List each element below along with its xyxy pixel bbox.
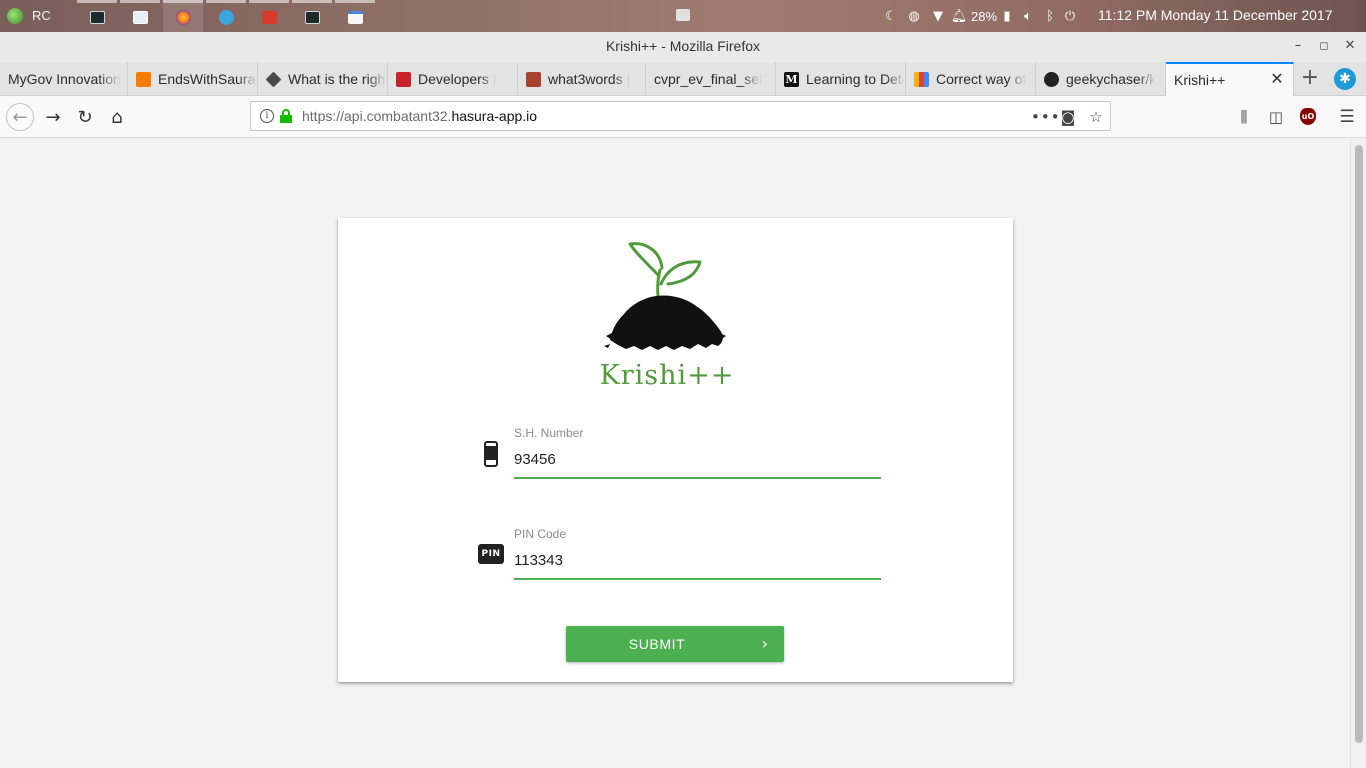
- tab-correct-way[interactable]: Correct way of: [906, 62, 1036, 96]
- night-mode-icon[interactable]: ☾: [884, 6, 898, 26]
- battery-icon[interactable]: ▮: [1002, 6, 1012, 26]
- taskbar-folder[interactable]: [335, 0, 375, 32]
- taskbar-terminal-2[interactable]: [292, 0, 332, 32]
- volume-icon[interactable]: 🔈︎: [1019, 6, 1037, 26]
- tab-learning-to-detect[interactable]: M Learning to Dete: [776, 62, 906, 96]
- workspace-icon[interactable]: [676, 9, 690, 21]
- taskbar-telegram[interactable]: [206, 0, 246, 32]
- terminal-icon: [89, 11, 105, 24]
- phone-icon: [484, 441, 498, 467]
- notification-bell-icon[interactable]: 🔔︎: [951, 6, 968, 26]
- page-scrollbar[interactable]: [1350, 139, 1366, 768]
- what3words-icon: [526, 71, 541, 87]
- page-actions-icon[interactable]: •••: [1031, 107, 1060, 127]
- url-bar[interactable]: i https://api.combatant32.hasura-app.io …: [250, 101, 1111, 131]
- os-clock: 11:12 PM Monday 11 December 2017: [1098, 7, 1333, 23]
- pin-code-label: PIN Code: [514, 527, 567, 541]
- medium-icon: M: [784, 71, 799, 87]
- forward-button[interactable]: →: [40, 104, 66, 130]
- tab-strip: MyGov Innovation EndsWithSaurabh What is…: [0, 62, 1366, 96]
- hamburger-menu-icon[interactable]: ☰: [1337, 107, 1357, 127]
- new-tab-button[interactable]: +: [1298, 67, 1322, 91]
- pin-code-input[interactable]: [514, 550, 881, 570]
- sh-number-field: S.H. Number: [514, 426, 881, 479]
- login-card: Krishi++ S.H. Number PIN PIN Code SUBMIT…: [338, 218, 1013, 682]
- reload-button[interactable]: ↻: [72, 104, 98, 130]
- tab-developers[interactable]: Developers |: [388, 62, 518, 96]
- tab-endswithsaurabh[interactable]: EndsWithSaurabh: [128, 62, 258, 96]
- folder-icon: [347, 11, 363, 24]
- sh-number-input[interactable]: [514, 449, 881, 469]
- submit-button[interactable]: SUBMIT ›: [566, 626, 784, 662]
- bookmark-star-icon[interactable]: ☆: [1086, 107, 1106, 127]
- pocket-icon[interactable]: ◙: [1058, 107, 1078, 127]
- taskbar-terminal[interactable]: [77, 0, 117, 32]
- blogger-icon: [136, 71, 151, 87]
- pin-icon: PIN: [478, 544, 504, 564]
- taskbar-files[interactable]: [120, 0, 160, 32]
- pin-code-field: PIN Code: [514, 527, 881, 580]
- page-viewport: Krishi++ S.H. Number PIN PIN Code SUBMIT…: [0, 139, 1350, 768]
- krishi-logo: Krishi++: [600, 242, 734, 388]
- taskbar-pdf[interactable]: [249, 0, 289, 32]
- close-tab-icon[interactable]: ✕: [1269, 72, 1285, 88]
- github-icon: [1044, 71, 1059, 87]
- network-globe-icon[interactable]: ◍: [906, 6, 922, 26]
- submit-label: SUBMIT: [628, 636, 686, 652]
- pdf-icon: [261, 11, 277, 24]
- maximize-button[interactable]: ◻: [1317, 39, 1331, 53]
- sh-number-underline: [514, 477, 881, 479]
- navigation-toolbar: ← → ↻ ⌂ i https://api.combatant32.hasura…: [0, 96, 1366, 138]
- battery-percent: 28%: [970, 8, 998, 24]
- ublock-origin-icon[interactable]: uO: [1300, 108, 1316, 125]
- telegram-icon: [218, 10, 234, 25]
- tab-what3words[interactable]: what3words |: [518, 62, 646, 96]
- window-title: Krishi++ - Mozilla Firefox: [605, 38, 761, 54]
- scrollbar-thumb[interactable]: [1355, 145, 1363, 743]
- tab-what-is-the-right[interactable]: What is the right: [258, 62, 388, 96]
- library-icon[interactable]: ⫼: [1234, 107, 1254, 127]
- terminal-icon: [304, 11, 320, 24]
- wifi-icon[interactable]: ▼: [929, 6, 947, 26]
- pin-code-underline: [514, 578, 881, 580]
- power-icon[interactable]: ⏻: [1062, 6, 1078, 26]
- home-button[interactable]: ⌂: [104, 104, 130, 130]
- logo-text: Krishi++: [600, 360, 734, 388]
- firefox-icon: [175, 10, 191, 25]
- sh-number-label: S.H. Number: [514, 426, 584, 440]
- lock-icon[interactable]: [280, 109, 292, 123]
- developers-icon: [396, 71, 411, 87]
- window-titlebar: Krishi++ - Mozilla Firefox – ◻ ✕: [0, 32, 1366, 62]
- tab-mygov[interactable]: MyGov Innovation: [0, 62, 128, 96]
- os-user-label: RC: [32, 8, 51, 23]
- site-info-icon[interactable]: i: [260, 109, 274, 123]
- chart-icon: [914, 71, 929, 87]
- tab-krishi[interactable]: Krishi++ ✕: [1166, 62, 1294, 96]
- os-top-panel: RC ☾ ◍ ▼ 🔔︎ 28% ▮ 🔈︎ ᛒ ⏻ 11:12 PM Monday…: [0, 0, 1366, 32]
- tab-github-geekychaser[interactable]: geekychaser/k: [1036, 62, 1166, 96]
- close-window-button[interactable]: ✕: [1343, 39, 1357, 53]
- chevron-right-icon: ›: [761, 634, 768, 653]
- accessibility-icon[interactable]: ✱: [1334, 68, 1356, 90]
- taskbar-firefox[interactable]: [163, 0, 203, 32]
- minimize-button[interactable]: –: [1291, 39, 1305, 53]
- os-menu-icon[interactable]: [7, 8, 23, 24]
- back-button[interactable]: ←: [6, 103, 34, 131]
- bluetooth-icon[interactable]: ᛒ: [1043, 6, 1057, 26]
- window-icon: [132, 11, 148, 24]
- sidebar-icon[interactable]: ◫: [1266, 107, 1286, 127]
- cube-icon: [265, 71, 282, 87]
- url-text[interactable]: https://api.combatant32.hasura-app.io: [302, 108, 537, 124]
- tab-cvpr[interactable]: cvpr_ev_final_sel: [646, 62, 776, 96]
